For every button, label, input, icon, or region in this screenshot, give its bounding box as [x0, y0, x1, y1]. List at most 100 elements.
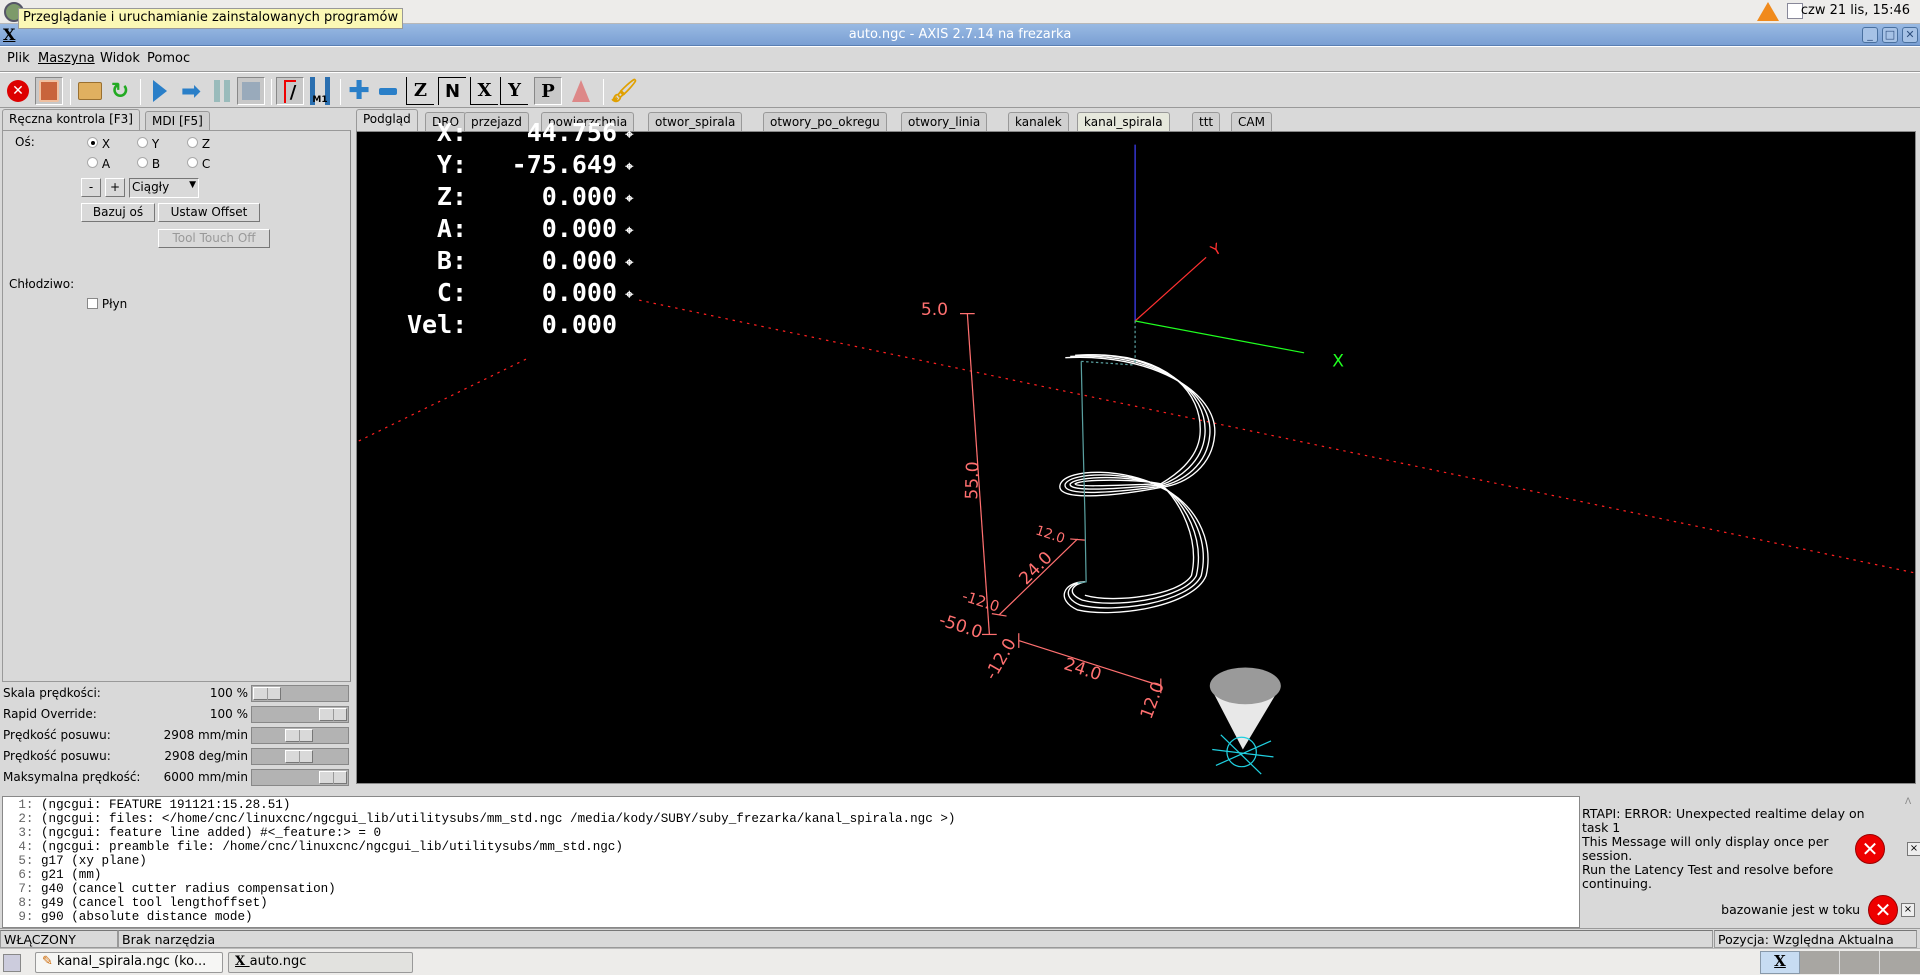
axis-radio-y[interactable]: Y	[137, 137, 159, 151]
view-x-button[interactable]: X	[470, 77, 498, 105]
home-axis-button[interactable]: Bazuj oś	[81, 203, 155, 222]
axis-app-icon: X	[235, 954, 250, 969]
zoom-out-button[interactable]	[374, 77, 402, 105]
tool-touch-off-button[interactable]: Tool Touch Off	[158, 229, 270, 248]
message-area: RTAPI: ERROR: Unexpected realtime delay …	[1580, 806, 1920, 927]
position-status: Pozycja: Względna Aktualna	[1714, 930, 1917, 948]
tab-kanalek[interactable]: kanalek	[1008, 112, 1069, 132]
dro-value: 0.000	[541, 310, 617, 339]
dro-row-y: Y: -75.649 ⌖	[407, 150, 633, 179]
machine-power-button[interactable]	[35, 77, 63, 105]
dro-row-c: C: 0.000 ⌖	[407, 278, 633, 307]
gcode-line[interactable]: 6: g21 (mm)	[3, 868, 1579, 882]
workspace-1[interactable]: X	[1760, 951, 1800, 974]
slider[interactable]	[251, 769, 349, 786]
crosshair-icon: ⌖	[617, 191, 634, 207]
tool-status: Brak narzędzia	[118, 930, 1713, 948]
set-offset-button[interactable]: Ustaw Offset	[158, 203, 260, 222]
estop-button[interactable]: ✕	[4, 77, 32, 105]
workspace-2[interactable]	[1800, 951, 1840, 974]
slider[interactable]	[251, 748, 349, 765]
cone-icon	[572, 80, 590, 102]
gcode-line[interactable]: 1: (ngcgui: FEATURE 191121:15.28.51)	[3, 798, 1579, 812]
step-icon: ➡	[180, 77, 202, 105]
slider-handle[interactable]	[284, 729, 313, 742]
view-y-button[interactable]: Y	[500, 77, 528, 105]
optional-stop-button[interactable]: M1	[310, 77, 330, 105]
gcode-line[interactable]: 4: (ngcgui: preamble file: /home/cnc/lin…	[3, 840, 1579, 854]
dismiss-message-button[interactable]: ×	[1907, 842, 1920, 856]
menu-plik[interactable]: Plik	[7, 51, 30, 66]
minimize-button[interactable]: _	[1862, 27, 1878, 43]
tab-ttt[interactable]: ttt	[1192, 112, 1221, 132]
slider[interactable]	[251, 706, 349, 723]
dro-row-x: X: 44.756 ⌖	[407, 118, 633, 147]
dro-axis: X:	[436, 118, 467, 147]
clock[interactable]: czw 21 lis, 15:46	[1801, 3, 1910, 18]
dismiss-message-button[interactable]: ×	[1901, 903, 1915, 917]
pause-button[interactable]	[208, 77, 236, 105]
gcode-line[interactable]: 2: (ngcgui: files: </home/cnc/linuxcnc/n…	[3, 812, 1579, 826]
slider-handle[interactable]	[253, 687, 281, 700]
open-file-button[interactable]	[76, 77, 104, 105]
workspace-4[interactable]	[1880, 951, 1920, 974]
tab-cam[interactable]: CAM	[1231, 112, 1272, 132]
crosshair-icon: ⌖	[617, 159, 634, 175]
app-icon[interactable]: X	[3, 24, 15, 45]
slider-label: Prędkość posuwu:	[3, 728, 111, 742]
zoom-in-button[interactable]: ✚	[345, 76, 373, 106]
tab-mdi[interactable]: MDI [F5]	[145, 111, 210, 131]
gcode-line[interactable]: 5: g17 (xy plane)	[3, 854, 1579, 868]
jog-minus-button[interactable]: -	[81, 178, 101, 197]
slider[interactable]	[251, 727, 349, 744]
tab-otwory_linia[interactable]: otwory_linia	[901, 112, 988, 132]
stop-button[interactable]	[237, 77, 265, 105]
tab-kanal_spirala[interactable]: kanal_spirala	[1077, 112, 1170, 132]
preview-3d-view[interactable]: X: 44.756 ⌖ Y: -75.649 ⌖ Z: 0.000 ⌖ A: 0.000 ⌖ B…	[356, 118, 1916, 784]
slider-handle[interactable]	[319, 708, 347, 721]
dro-row-a: A: 0.000 ⌖	[407, 214, 633, 243]
gcode-line[interactable]: 3: (ngcgui: feature line added) #<_featu…	[3, 826, 1579, 840]
menu-maszyna[interactable]: Maszyna	[38, 51, 95, 66]
tab-otwor_spirala[interactable]: otwor_spirala	[648, 112, 743, 132]
rotate-view-button[interactable]	[567, 77, 595, 105]
axis-radio-b[interactable]: B	[137, 157, 160, 171]
axis-radio-z[interactable]: Z	[187, 137, 210, 151]
gcode-line[interactable]: 8: g49 (cancel tool lengthoffset)	[3, 896, 1579, 910]
view-perspective-button[interactable]: P	[534, 77, 562, 105]
slider-handle[interactable]	[284, 750, 313, 763]
jog-mode-value: Ciągły	[132, 180, 170, 194]
close-button[interactable]: ✕	[1902, 27, 1918, 43]
block-delete-button[interactable]: /	[276, 77, 304, 105]
gcode-listing[interactable]: 1: (ngcgui: FEATURE 191121:15.28.51) 2: (…	[2, 796, 1580, 928]
flood-checkbox[interactable]: Płyn	[87, 297, 127, 311]
axis-radio-a[interactable]: A	[87, 157, 110, 171]
gcode-line[interactable]: 9: g90 (absolute distance mode)	[3, 910, 1579, 924]
clear-backplot-button[interactable]: 🖌	[610, 77, 638, 105]
view-z-button[interactable]: Z	[406, 77, 434, 105]
menu-pomoc[interactable]: Pomoc	[147, 51, 190, 66]
dro-axis: Vel:	[407, 310, 468, 339]
view-z-rotated-button[interactable]: N	[438, 77, 466, 105]
slider[interactable]	[251, 685, 349, 702]
task-kanal-spirala[interactable]: ✎ kanal_spirala.ngc (ko...	[35, 952, 223, 973]
task-auto-ngc[interactable]: X auto.ngc	[228, 952, 413, 973]
tab-otwory_po_okregu[interactable]: otwory_po_okregu	[763, 112, 887, 132]
warning-icon[interactable]	[1757, 2, 1779, 21]
run-button[interactable]	[146, 77, 174, 105]
axis-radio-c[interactable]: C	[187, 157, 210, 171]
maximize-button[interactable]: □	[1882, 27, 1898, 43]
menu-widok[interactable]: Widok	[100, 51, 140, 66]
step-button[interactable]: ➡	[177, 77, 205, 105]
workspace-3[interactable]	[1840, 951, 1880, 974]
tab-manual-control[interactable]: Ręczna kontrola [F3]	[2, 109, 140, 131]
gcode-line[interactable]: 7: g40 (cancel cutter radius compensatio…	[3, 882, 1579, 896]
dro-axis: Z:	[436, 182, 467, 211]
reload-button[interactable]: ↻	[106, 77, 134, 105]
jog-plus-button[interactable]: +	[105, 178, 125, 197]
slider-handle[interactable]	[319, 771, 347, 784]
plus-icon: ✚	[348, 76, 370, 106]
axis-radio-x[interactable]: X	[87, 137, 110, 151]
show-desktop-icon[interactable]	[3, 954, 21, 972]
jog-mode-select[interactable]: Ciągły ▼	[129, 178, 199, 198]
